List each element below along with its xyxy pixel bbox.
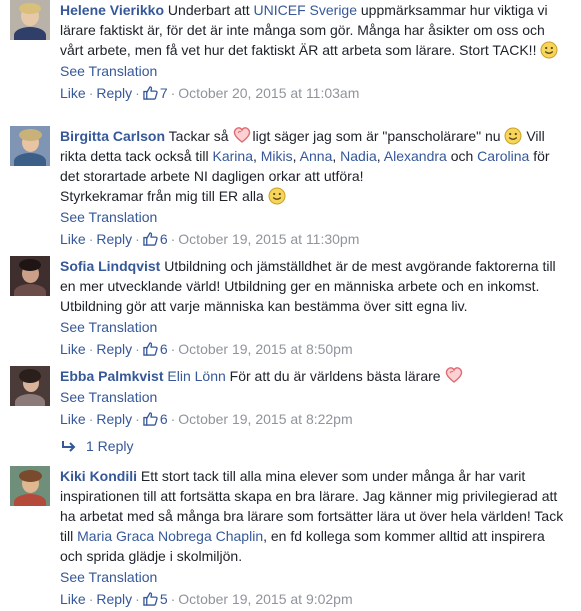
comment-timestamp[interactable]: October 20, 2015 at 11:03am [178,85,359,101]
separator: · [135,85,140,101]
thumbs-up-icon[interactable] [143,341,158,356]
comment-author[interactable]: Ebba Palmkvist [60,368,164,384]
reply-button[interactable]: Reply [96,85,132,101]
thumbs-up-icon[interactable] [143,231,158,246]
smiley-emoji-icon [540,41,558,59]
comment-actions: Like · Reply · 6 · October 19, 2015 at 11:30pm [60,229,570,249]
like-button[interactable]: Like [60,591,86,607]
reply-arrow-icon [62,441,76,452]
view-replies-link[interactable]: 1 Reply [62,436,133,456]
comment-text-segment: Tackar så [168,128,233,144]
comment-body: Sofia Lindqvist Utbildning och jämställd… [60,256,570,359]
separator: · [135,231,140,247]
like-button[interactable]: Like [60,85,86,101]
comment-timestamp[interactable]: October 19, 2015 at 11:30pm [178,231,359,247]
comment-actions: Like · Reply · 6 · October 19, 2015 at 8:22pm [60,409,570,429]
separator: · [88,341,94,357]
mention-link[interactable]: Maria Graca Nobrega Chaplin [77,528,263,544]
comment-author[interactable]: Helene Vierikko [60,2,164,18]
separator: · [170,591,176,607]
avatar[interactable] [10,466,50,506]
separator: · [170,411,176,427]
comment-author[interactable]: Sofia Lindqvist [60,258,160,274]
mention-link[interactable]: Elin Lönn [167,368,225,384]
comment-text: Ebba Palmkvist Elin Lönn För att du är v… [60,366,570,386]
mention-link[interactable]: UNICEF Sverige [254,2,357,18]
separator: · [88,231,94,247]
mention-link[interactable]: Anna [300,148,333,164]
avatar[interactable] [10,0,50,40]
comment-actions: Like · Reply · 5 · October 19, 2015 at 9:02pm [60,589,570,609]
mention-link[interactable]: Nadia [340,148,377,164]
comment-timestamp[interactable]: October 19, 2015 at 9:02pm [178,591,352,607]
avatar[interactable] [10,256,50,296]
comment-text-segment: För att du är världens bästa lärare [225,368,445,384]
like-button[interactable]: Like [60,231,86,247]
comment-author[interactable]: Kiki Kondili [60,468,137,484]
comment-author[interactable]: Birgitta Carlson [60,128,165,144]
comment-text-segment: Styrkekramar från mig till ER alla [60,188,268,204]
like-count[interactable]: 5 [160,591,168,607]
mention-link[interactable]: Karina [213,148,253,164]
separator: · [88,85,94,101]
separator: · [88,411,94,427]
separator: · [170,231,176,247]
see-translation-link[interactable]: See Translation [60,317,570,337]
separator: · [88,591,94,607]
separator: · [135,591,140,607]
thumbs-up-icon[interactable] [143,591,158,606]
like-count[interactable]: 6 [160,341,168,357]
comment-text-segment: , [292,148,300,164]
comment-text-segment: , [376,148,384,164]
comment-actions: Like · Reply · 7 · October 20, 2015 at 11:03am [60,83,570,103]
comment-actions: Like · Reply · 6 · October 19, 2015 at 8:50pm [60,339,570,359]
comment-text-segment: och [446,148,478,164]
smiley-emoji-icon [268,187,286,205]
comment-text-segment: ligt säger jag som är "panscholärare" nu [252,128,505,144]
separator: · [170,85,176,101]
reply-button[interactable]: Reply [96,341,132,357]
comment-text: Kiki Kondili Ett stort tack till alla mi… [60,466,570,566]
heart-emoji-icon [444,366,464,384]
heart-emoji-icon [232,126,252,144]
comment-body: Birgitta Carlson Tackar så ligt säger ja… [60,126,570,249]
mention-link[interactable]: Alexandra [384,148,447,164]
reply-button[interactable]: Reply [96,411,132,427]
smiley-emoji-icon [504,127,522,145]
comment-text-segment: , [332,148,341,164]
like-button[interactable]: Like [60,411,86,427]
like-count[interactable]: 6 [160,411,168,427]
separator: · [135,411,140,427]
comment-text-segment: Underbart att [167,2,254,18]
comment-body: Kiki Kondili Ett stort tack till alla mi… [60,466,570,609]
comment-body: Ebba Palmkvist Elin Lönn För att du är v… [60,366,570,429]
reply-button[interactable]: Reply [96,591,132,607]
see-translation-link[interactable]: See Translation [60,387,570,407]
like-button[interactable]: Like [60,341,86,357]
separator: · [135,341,140,357]
mention-link[interactable]: Mikis [261,148,293,164]
reply-button[interactable]: Reply [96,231,132,247]
separator: · [170,341,176,357]
mention-link[interactable]: Carolina [477,148,529,164]
comment-body: Helene Vierikko Underbart att UNICEF Sve… [60,0,570,103]
thumbs-up-icon[interactable] [143,411,158,426]
comment-text: Birgitta Carlson Tackar så ligt säger ja… [60,126,570,206]
comment-text: Helene Vierikko Underbart att UNICEF Sve… [60,0,570,60]
see-translation-link[interactable]: See Translation [60,61,570,81]
replies-count[interactable]: 1 Reply [86,438,133,454]
thumbs-up-icon[interactable] [143,85,158,100]
comment-text: Sofia Lindqvist Utbildning och jämställd… [60,256,570,316]
see-translation-link[interactable]: See Translation [60,567,570,587]
comment-text-segment: , [252,148,261,164]
avatar[interactable] [10,366,50,406]
comment-timestamp[interactable]: October 19, 2015 at 8:22pm [178,411,352,427]
like-count[interactable]: 6 [160,231,168,247]
see-translation-link[interactable]: See Translation [60,207,570,227]
like-count[interactable]: 7 [160,85,168,101]
avatar[interactable] [10,126,50,166]
comment-timestamp[interactable]: October 19, 2015 at 8:50pm [178,341,352,357]
